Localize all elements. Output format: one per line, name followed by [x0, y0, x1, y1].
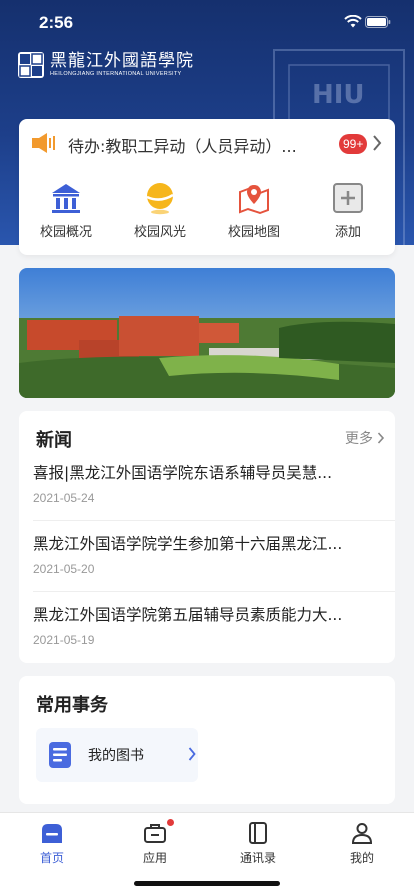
home-indicator[interactable] — [134, 881, 280, 886]
briefcase-icon — [144, 824, 166, 843]
chevron-right-icon — [377, 432, 385, 444]
news-item[interactable]: 黑龙江外国语学院第五届辅导员素质能力大... 2021-05-19 — [19, 603, 395, 673]
news-item-title: 喜报|黑龙江外国语学院东语系辅导员吴慧... — [33, 464, 333, 482]
quick-add[interactable]: 添加 — [301, 181, 395, 240]
status-bar: 2:56 — [0, 0, 414, 44]
tab-label: 首页 — [39, 851, 64, 865]
map-pin-icon — [239, 185, 269, 215]
divider — [33, 591, 395, 592]
tab-label: 我的 — [349, 851, 374, 865]
quick-label: 校园地图 — [227, 225, 280, 240]
news-section-title: 新闻 — [36, 430, 72, 451]
news-item-title: 黑龙江外国语学院第五届辅导员素质能力大... — [33, 606, 343, 624]
campus-banner-image[interactable] — [19, 268, 395, 398]
chevron-right-icon — [188, 747, 196, 761]
university-logo: 黑龍江外國語學院 HEILONGJIANG INTERNATIONAL UNIV… — [18, 52, 194, 78]
quick-actions: 校园概况 校园风光 校园地图 添加 — [19, 181, 395, 251]
university-emblem-icon — [18, 52, 44, 78]
tab-apps[interactable]: 应用 — [103, 819, 207, 866]
add-icon — [333, 183, 363, 213]
speaker-icon — [32, 133, 55, 153]
battery-icon — [365, 16, 391, 28]
news-card: 新闻 更多 喜报|黑龙江外国语学院东语系辅导员吴慧... 2021-05-24 … — [19, 411, 395, 663]
tab-contacts[interactable]: 通讯录 — [206, 821, 310, 866]
notification-dot — [167, 819, 174, 826]
book-icon — [49, 742, 71, 768]
contacts-icon — [249, 822, 267, 844]
quick-campus-overview[interactable]: 校园概况 — [19, 181, 113, 240]
wifi-icon — [344, 15, 362, 28]
scenery-icon — [146, 183, 174, 215]
news-item-date: 2021-05-24 — [33, 491, 95, 505]
tab-label: 通讯录 — [239, 851, 276, 865]
service-label: 我的图书 — [88, 748, 144, 764]
quick-label: 添加 — [334, 225, 361, 240]
quick-label: 校园概况 — [39, 225, 92, 240]
quick-access-card: 待办:教职工异动（人员异动）... 99+ 校园概况 校园风光 校园地图 添加 — [19, 119, 395, 255]
todo-count-badge: 99+ — [339, 134, 368, 154]
quick-campus-map[interactable]: 校园地图 — [207, 181, 301, 240]
tab-label: 应用 — [142, 851, 167, 865]
tab-home[interactable]: 首页 — [0, 821, 104, 866]
user-icon — [351, 823, 373, 844]
news-item-title: 黑龙江外国语学院学生参加第十六届黑龙江... — [33, 535, 343, 553]
quick-label: 校园风光 — [133, 225, 186, 240]
quick-campus-scenery[interactable]: 校园风光 — [113, 181, 207, 240]
logo-name-cn: 黑龍江外國語學院 — [50, 51, 194, 71]
status-time: 2:56 — [39, 13, 74, 32]
building-icon — [52, 184, 80, 213]
gate-letters: HIU — [312, 80, 365, 110]
divider — [33, 520, 395, 521]
common-services-card: 常用事务 我的图书 — [19, 676, 395, 804]
service-my-books[interactable]: 我的图书 — [36, 728, 198, 782]
todo-text: 待办:教职工异动（人员异动）... — [68, 137, 297, 156]
logo-name-en: HEILONGJIANG INTERNATIONAL UNIVERSITY — [50, 71, 182, 77]
tab-profile[interactable]: 我的 — [310, 821, 414, 866]
news-item-date: 2021-05-19 — [33, 633, 95, 647]
home-icon — [42, 824, 62, 843]
services-section-title: 常用事务 — [36, 695, 108, 716]
news-more-link[interactable]: 更多 — [345, 428, 385, 448]
chevron-right-icon — [373, 135, 382, 151]
news-more-label: 更多 — [345, 431, 373, 447]
todo-row[interactable]: 待办:教职工异动（人员异动）... 99+ — [19, 119, 395, 169]
news-item-date: 2021-05-20 — [33, 562, 95, 576]
